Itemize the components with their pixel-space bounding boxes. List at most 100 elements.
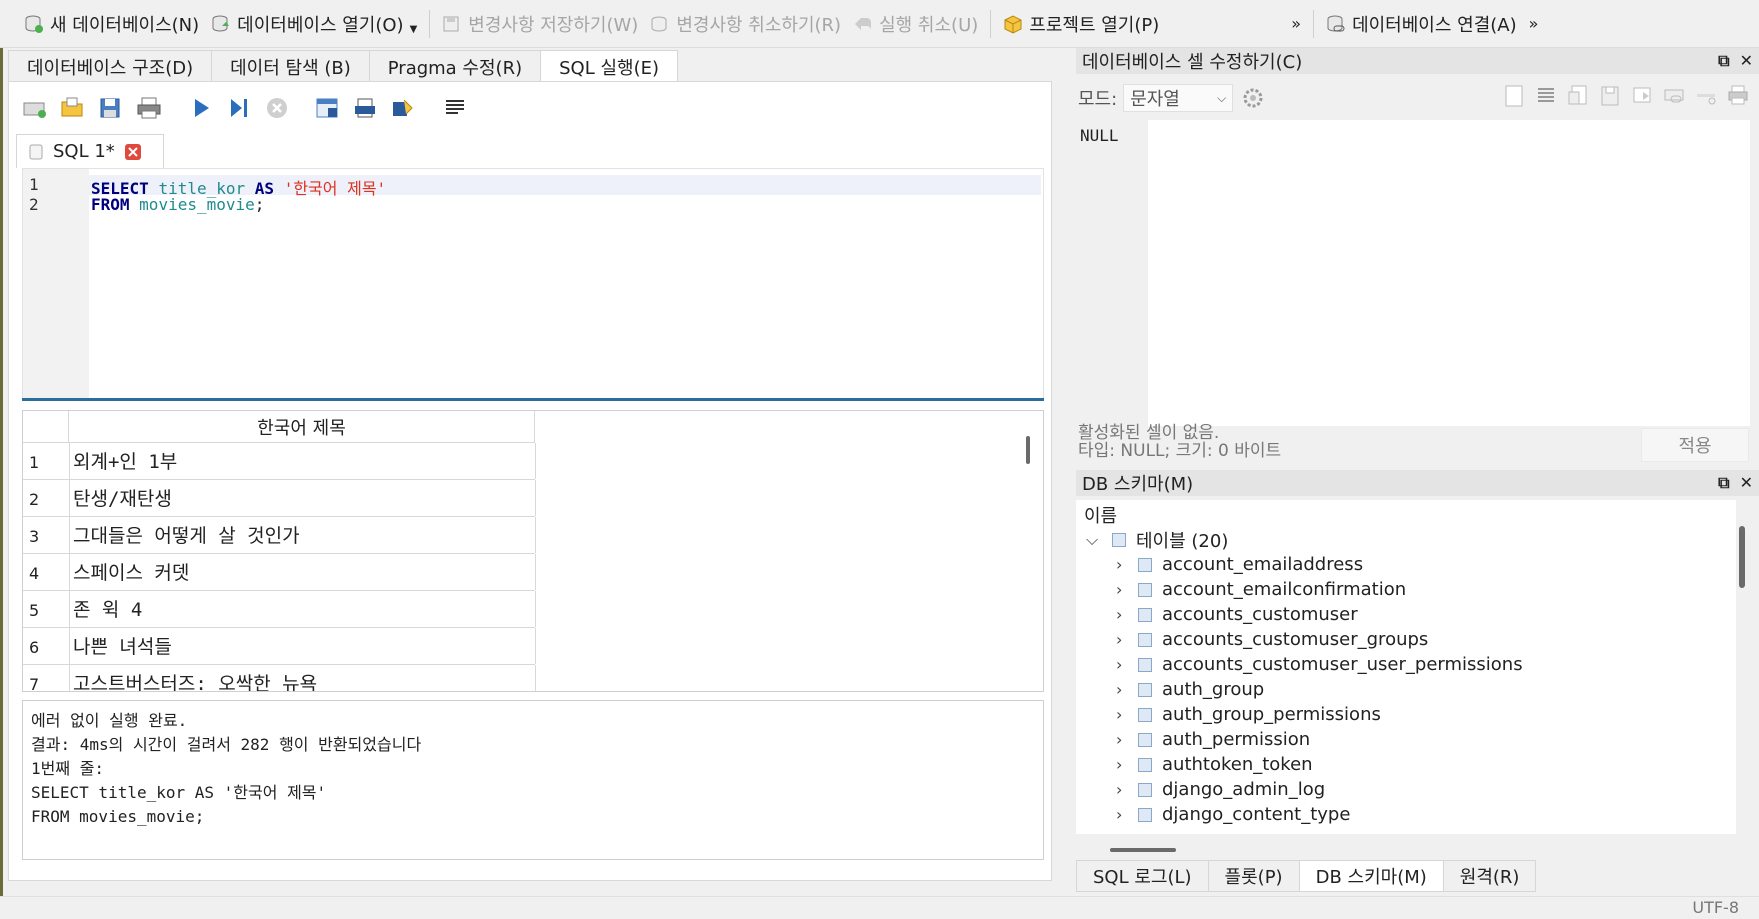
comment-lines-button[interactable] <box>440 93 470 123</box>
chevron-down-icon[interactable]: ⌵ <box>1086 530 1098 550</box>
schema-horizontal-scrollbar[interactable] <box>1110 848 1176 852</box>
import-icon[interactable] <box>1567 84 1589 108</box>
revert-icon <box>651 16 667 32</box>
tree-item-table[interactable]: › accounts_customuser_user_permissions <box>1076 652 1736 677</box>
apply-button[interactable]: 적용 <box>1641 428 1749 462</box>
toolbar-overflow-button[interactable]: » <box>1285 4 1307 44</box>
chevron-right-icon[interactable]: › <box>1116 705 1122 724</box>
row-divider <box>69 554 70 590</box>
column-header[interactable]: 한국어 제목 <box>69 411 535 443</box>
close-tab-icon[interactable] <box>124 143 141 160</box>
chevron-right-icon[interactable]: › <box>1116 655 1122 674</box>
toggle-icon[interactable] <box>1695 84 1717 108</box>
tab-execute-sql[interactable]: SQL 실행(E) <box>540 50 678 82</box>
cell-value[interactable]: 그대들은 어떻게 살 것인가 <box>73 521 300 548</box>
cell-value[interactable]: 외계+인 1부 <box>73 447 177 474</box>
execute-all-button[interactable] <box>186 93 216 123</box>
chevron-right-icon[interactable]: › <box>1116 605 1122 624</box>
tab-edit-pragmas[interactable]: Pragma 수정(R) <box>368 50 542 82</box>
undo-button[interactable]: 실행 취소(U) <box>847 4 984 44</box>
cell-value[interactable]: 나쁜 녀석들 <box>73 632 172 659</box>
chevron-down-icon[interactable]: ▼ <box>410 24 418 35</box>
open-tab-button[interactable] <box>20 93 50 123</box>
toolbar-overflow-button-2[interactable]: » <box>1523 4 1545 44</box>
stop-execution-button[interactable] <box>262 93 292 123</box>
execute-line-button[interactable] <box>224 93 254 123</box>
auto-format-gear-icon[interactable] <box>1241 86 1265 110</box>
tree-item-tables[interactable]: ⌵ 테이블 (20) <box>1076 527 1736 552</box>
revert-changes-button[interactable]: 변경사항 취소하기(R) <box>644 4 847 44</box>
export-icon[interactable] <box>1599 84 1621 108</box>
sql-editor[interactable]: 1 2 SELECT title_kor AS '한국어 제목' FROM mo… <box>22 168 1044 400</box>
open-sql-file-button[interactable] <box>58 93 88 123</box>
chevron-right-icon[interactable]: › <box>1116 730 1122 749</box>
sql-editor-tab[interactable]: SQL 1* <box>16 134 164 168</box>
grid-vertical-scrollbar[interactable] <box>1026 436 1030 464</box>
chevron-right-icon[interactable]: › <box>1116 805 1122 824</box>
cell-value[interactable]: 스페이스 커뎃 <box>73 558 189 585</box>
tab-db-schema[interactable]: DB 스키마(M) <box>1298 860 1444 892</box>
print-button[interactable] <box>134 93 164 123</box>
table-row[interactable]: 3 그대들은 어떻게 살 것인가 <box>23 517 536 554</box>
cell-value[interactable]: 존 윅 4 <box>73 595 142 622</box>
float-dock-icon[interactable]: ⧉ <box>1718 51 1729 71</box>
tab-database-structure[interactable]: 데이터베이스 구조(D) <box>8 50 213 82</box>
close-icon[interactable]: ✕ <box>1740 51 1753 71</box>
table-row[interactable]: 4 스페이스 커뎃 <box>23 554 536 591</box>
chevron-right-icon[interactable]: › <box>1116 680 1122 699</box>
cell-editor-text-area[interactable] <box>1148 120 1750 426</box>
table-row[interactable]: 1 외계+인 1부 <box>23 443 536 480</box>
chevron-right-icon[interactable]: › <box>1116 580 1122 599</box>
table-row[interactable]: 6 나쁜 녀석들 <box>23 628 536 665</box>
chevron-right-icon[interactable]: › <box>1116 555 1122 574</box>
results-grid[interactable]: 한국어 제목 1 외계+인 1부 2 탄생/재탄생 3 그대들은 어떻게 살 것인가 … <box>22 410 1044 692</box>
save-sql-file-button[interactable] <box>96 93 126 123</box>
find-replace-button[interactable] <box>388 93 418 123</box>
set-null-icon[interactable] <box>1631 84 1653 108</box>
cell-value[interactable]: 고스트버스터즈: 오싹한 뉴욕 <box>73 669 317 691</box>
tab-remote[interactable]: 원격(R) <box>1442 860 1537 892</box>
schema-vertical-scrollbar[interactable] <box>1739 526 1745 588</box>
tree-item-table[interactable]: › accounts_customuser_groups <box>1076 627 1736 652</box>
tree-item-table[interactable]: › auth_group <box>1076 677 1736 702</box>
text-lines-icon[interactable] <box>1535 84 1557 108</box>
close-icon[interactable]: ✕ <box>1740 473 1753 493</box>
table-name: accounts_customuser <box>1162 604 1358 625</box>
tree-item-table[interactable]: › accounts_customuser <box>1076 602 1736 627</box>
float-dock-icon[interactable]: ⧉ <box>1718 473 1729 493</box>
find-text-button[interactable] <box>350 93 380 123</box>
tree-item-table[interactable]: › django_admin_log <box>1076 777 1736 802</box>
tab-browse-data[interactable]: 데이터 탐색 (B) <box>211 50 370 82</box>
chevron-right-icon[interactable]: › <box>1116 755 1122 774</box>
tab-sql-log[interactable]: SQL 로그(L) <box>1076 860 1209 892</box>
save-icon <box>100 98 120 118</box>
mode-select[interactable]: 문자열 ⌵ <box>1123 84 1234 112</box>
tree-item-table[interactable]: › auth_permission <box>1076 727 1736 752</box>
new-database-button[interactable]: 새 데이터베이스(N) <box>18 4 205 44</box>
save-results-button[interactable] <box>312 93 342 123</box>
sql-string: '한국어 제목' <box>283 179 387 198</box>
tree-item-table[interactable]: › auth_group_permissions <box>1076 702 1736 727</box>
table-row[interactable]: 5 존 윅 4 <box>23 591 536 628</box>
print-cell-icon[interactable] <box>1663 84 1685 108</box>
row-divider <box>69 628 70 664</box>
word-wrap-icon[interactable] <box>1503 84 1525 108</box>
tree-item-table[interactable]: › authtoken_token <box>1076 752 1736 777</box>
tree-item-table[interactable]: › django_content_type <box>1076 802 1736 827</box>
editor-splitter[interactable] <box>22 398 1044 401</box>
row-number: 5 <box>29 601 40 620</box>
tree-item-table[interactable]: › account_emailconfirmation <box>1076 577 1736 602</box>
printer-icon[interactable] <box>1727 84 1749 108</box>
attach-database-button[interactable]: 데이터베이스 연결(A) <box>1320 4 1523 44</box>
cell-value[interactable]: 탄생/재탄생 <box>73 484 172 511</box>
window-edge <box>0 0 3 919</box>
table-row[interactable]: 7 고스트버스터즈: 오싹한 뉴욕 <box>23 665 536 691</box>
tree-item-table[interactable]: › account_emailaddress <box>1076 552 1736 577</box>
chevron-right-icon[interactable]: › <box>1116 630 1122 649</box>
chevron-right-icon[interactable]: › <box>1116 780 1122 799</box>
open-database-button[interactable]: 데이터베이스 열기(O) ▼ <box>205 4 423 44</box>
table-row[interactable]: 2 탄생/재탄생 <box>23 480 536 517</box>
tab-plot[interactable]: 플롯(P) <box>1207 860 1300 892</box>
write-changes-button[interactable]: 변경사항 저장하기(W) <box>436 4 644 44</box>
open-project-button[interactable]: 프로젝트 열기(P) <box>997 4 1165 44</box>
